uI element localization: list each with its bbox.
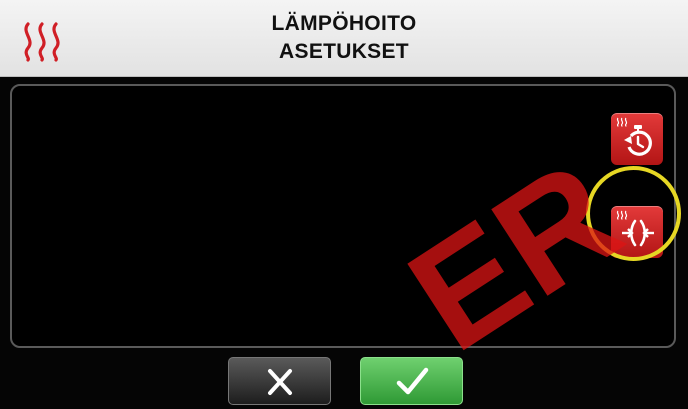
heat-press-button[interactable] — [611, 206, 663, 258]
page-title-line1: LÄMPÖHOITO — [271, 12, 417, 35]
settings-panel — [10, 84, 676, 348]
heat-waves-icon — [24, 22, 60, 62]
heat-treatment-settings-screen: LÄMPÖHOITO ASETUKSET ER — [0, 0, 688, 409]
page-title-line2: ASETUKSET — [279, 40, 409, 63]
confirm-button[interactable] — [360, 357, 463, 405]
cancel-button[interactable] — [228, 357, 331, 405]
close-icon — [268, 369, 292, 395]
compress-arrows-icon — [622, 219, 654, 247]
header-bar: LÄMPÖHOITO ASETUKSET — [0, 0, 688, 77]
checkmark-icon — [396, 367, 429, 395]
stopwatch-icon — [624, 125, 652, 156]
heat-timer-button[interactable] — [611, 113, 663, 165]
